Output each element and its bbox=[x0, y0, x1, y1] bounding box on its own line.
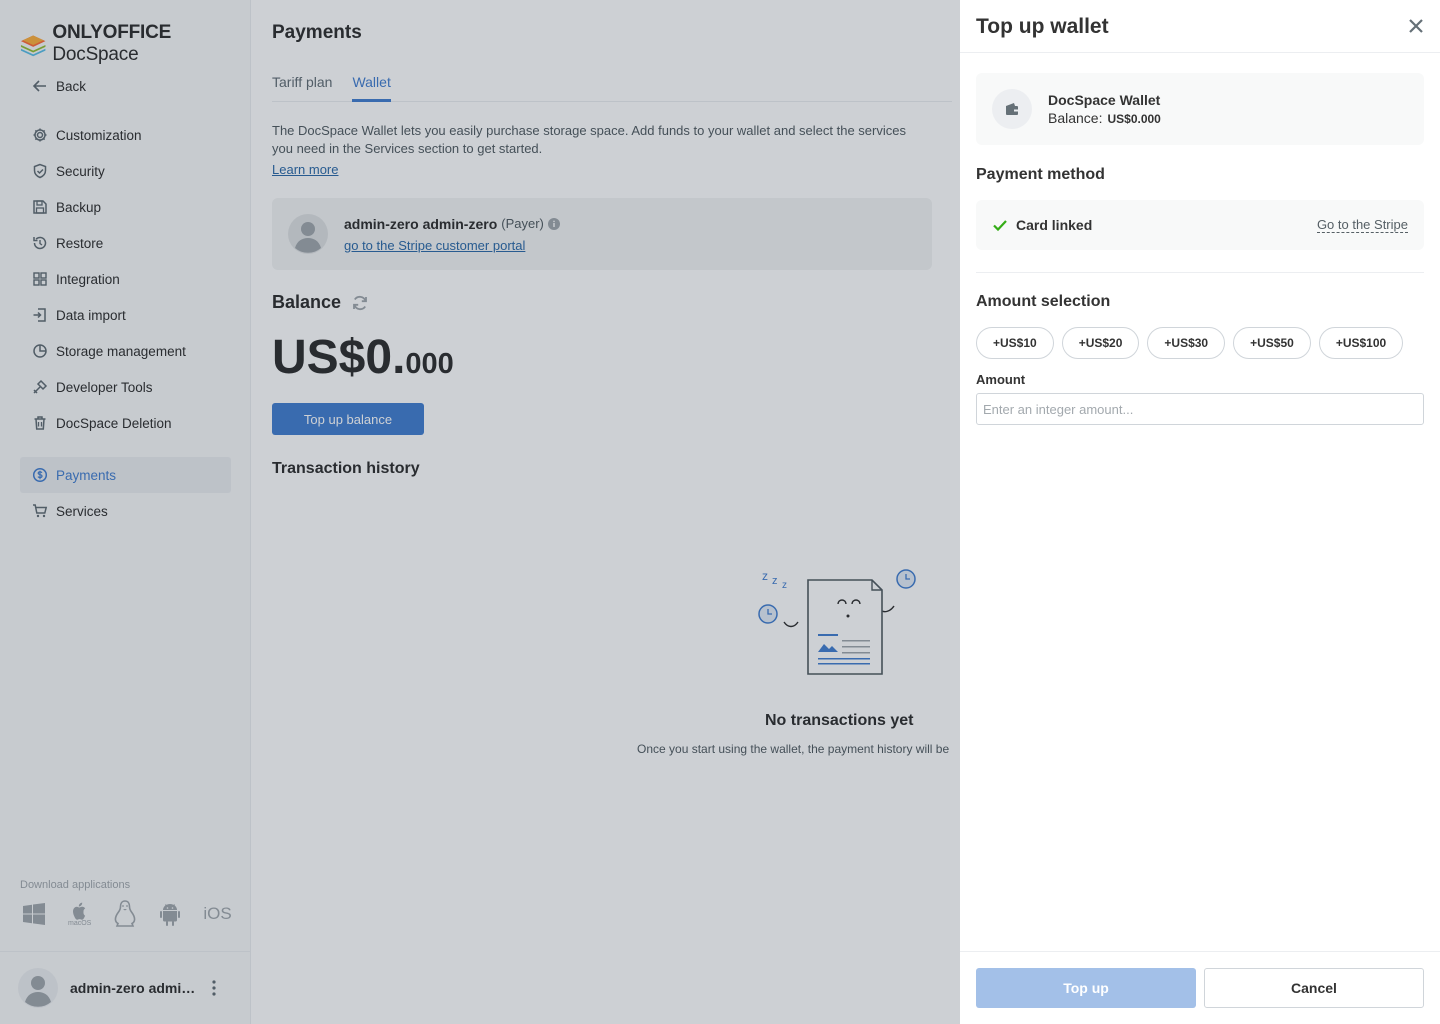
amount-chip-100[interactable]: +US$100 bbox=[1318, 327, 1404, 359]
modal-backdrop[interactable] bbox=[0, 0, 960, 1024]
wallet-balance-label: Balance: bbox=[1048, 110, 1103, 126]
top-up-wallet-panel: Top up wallet DocSpace Wallet Balance: U… bbox=[960, 0, 1440, 1024]
card-linked-label: Card linked bbox=[1016, 217, 1093, 233]
payment-method-title: Payment method bbox=[976, 166, 1105, 183]
amount-chip-20[interactable]: +US$20 bbox=[1061, 327, 1140, 359]
amount-selection-title: Amount selection bbox=[976, 293, 1111, 310]
go-to-stripe-link[interactable]: Go to the Stripe bbox=[1316, 217, 1408, 233]
wallet-name: DocSpace Wallet bbox=[1048, 92, 1161, 108]
wallet-card: DocSpace Wallet Balance: US$0.000 bbox=[976, 73, 1424, 145]
top-up-button[interactable]: Top up bbox=[976, 968, 1196, 1008]
wallet-balance-value: US$0.000 bbox=[1107, 112, 1161, 126]
close-icon[interactable] bbox=[1408, 18, 1424, 34]
amount-input[interactable] bbox=[976, 393, 1424, 425]
panel-footer: Top up Cancel bbox=[960, 951, 1440, 1024]
panel-header: Top up wallet bbox=[960, 0, 1440, 53]
wallet-icon-wrap bbox=[992, 89, 1032, 129]
divider bbox=[976, 272, 1424, 273]
payment-method-row: Card linked Go to the Stripe bbox=[976, 200, 1424, 250]
amount-chip-50[interactable]: +US$50 bbox=[1233, 327, 1311, 359]
amount-label: Amount bbox=[976, 372, 1026, 387]
amount-chip-10[interactable]: +US$10 bbox=[976, 327, 1054, 359]
amount-chip-30[interactable]: +US$30 bbox=[1147, 327, 1226, 359]
wallet-icon bbox=[1006, 103, 1018, 115]
amount-chips: +US$10 +US$20 +US$30 +US$50 +US$100 bbox=[976, 327, 1404, 359]
check-icon bbox=[993, 220, 1007, 232]
panel-title: Top up wallet bbox=[976, 15, 1109, 38]
cancel-button[interactable]: Cancel bbox=[1204, 968, 1424, 1008]
